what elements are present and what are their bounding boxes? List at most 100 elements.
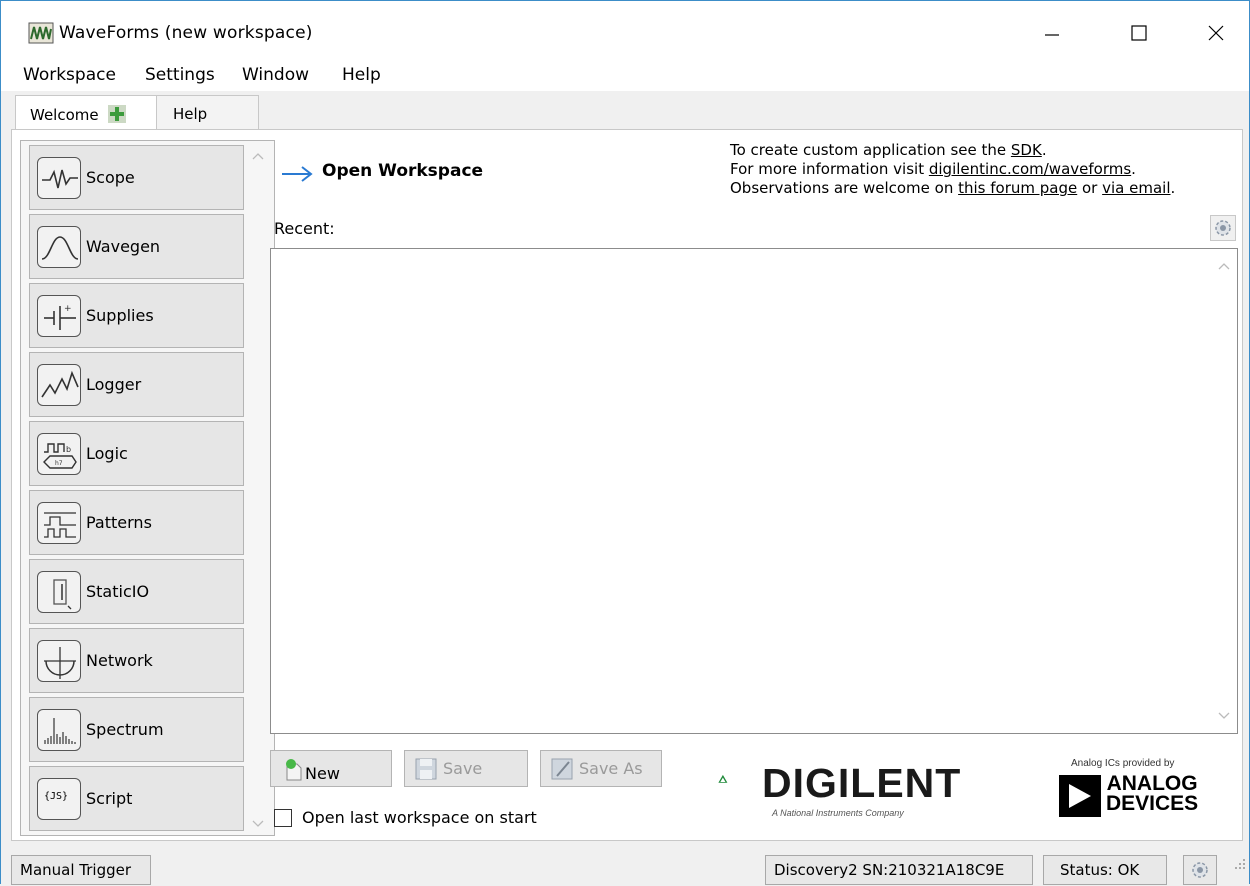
instrument-label: Logic <box>86 444 128 463</box>
instrument-button-network[interactable]: Network <box>29 628 244 693</box>
open-last-workspace-option[interactable]: Open last workspace on start <box>274 808 537 827</box>
new-button[interactable]: New <box>270 750 392 787</box>
info-text: To create custom application see the SDK… <box>730 141 1175 198</box>
adi-caption: Analog ICs provided by <box>1071 758 1175 769</box>
menu-workspace[interactable]: Workspace <box>23 65 116 85</box>
open-last-label: Open last workspace on start <box>302 808 537 827</box>
window-title: WaveForms (new workspace) <box>59 23 313 43</box>
instrument-button-wavegen[interactable]: Wavegen <box>29 214 244 279</box>
email-link[interactable]: via email <box>1102 179 1170 197</box>
save-disk-icon <box>415 758 437 779</box>
gear-icon <box>1192 862 1208 878</box>
script-icon-text: {JS} <box>44 791 69 802</box>
instrument-list-scrollbar[interactable] <box>246 143 272 833</box>
adi-line1: ANALOG <box>1106 772 1198 795</box>
info-line2-text: For more information visit <box>730 160 929 178</box>
instrument-button-patterns[interactable]: Patterns <box>29 490 244 555</box>
instrument-button-spectrum[interactable]: Spectrum <box>29 697 244 762</box>
tab-bar: Welcome Help <box>1 93 1249 131</box>
save-button[interactable]: Save <box>404 750 528 787</box>
logic-icon: b h7 <box>37 433 81 475</box>
analog-devices-wordmark: ANALOG DEVICES <box>1106 772 1199 815</box>
network-icon <box>37 640 81 682</box>
instrument-label: Network <box>86 651 153 670</box>
svg-text:+: + <box>64 304 72 314</box>
instrument-button-scope[interactable]: Scope <box>29 145 244 210</box>
scope-icon <box>37 157 81 199</box>
logger-icon <box>37 364 81 406</box>
maximize-button[interactable] <box>1111 13 1167 53</box>
info-line3-mid: or <box>1077 179 1103 197</box>
status-label: Status: OK <box>1060 861 1140 879</box>
digilent-wordmark: DIGILENT <box>762 760 962 806</box>
chevron-up-icon[interactable] <box>251 151 265 161</box>
title-bar: WaveForms (new workspace) <box>1 1 1249 61</box>
save-as-icon <box>551 758 573 779</box>
recent-workspaces-list[interactable] <box>270 248 1238 734</box>
tab-help-label: Help <box>173 105 208 123</box>
chevron-down-icon[interactable] <box>1217 711 1231 721</box>
minimize-button[interactable] <box>1023 13 1079 53</box>
waveforms-logo-icon <box>28 22 54 44</box>
chevron-down-icon[interactable] <box>251 819 265 829</box>
menu-help[interactable]: Help <box>342 65 381 85</box>
patterns-icon <box>37 502 81 544</box>
save-as-button[interactable]: Save As <box>540 750 662 787</box>
instrument-list: Scope Wavegen + Supplies Logger b h7 Log… <box>20 140 275 836</box>
new-button-label: New <box>305 764 340 783</box>
device-options-button[interactable] <box>1183 855 1217 885</box>
instrument-label: StaticIO <box>86 582 150 601</box>
script-icon: {JS} <box>37 778 81 820</box>
instrument-label: Scope <box>86 168 135 187</box>
menu-window[interactable]: Window <box>242 65 309 85</box>
save-button-label: Save <box>443 759 483 778</box>
recent-options-button[interactable] <box>1210 215 1236 241</box>
instrument-button-script[interactable]: {JS} Script <box>29 766 244 831</box>
chevron-up-icon[interactable] <box>1217 261 1231 271</box>
supplies-icon: + <box>37 295 81 337</box>
status-indicator: Status: OK <box>1043 855 1167 885</box>
menu-bar: Workspace Settings Window Help <box>1 61 1249 91</box>
wavegen-icon <box>37 226 81 268</box>
info-line2-end: . <box>1131 160 1136 178</box>
info-line3-text: Observations are welcome on <box>730 179 959 197</box>
plus-icon[interactable] <box>108 105 127 123</box>
staticio-icon <box>37 571 81 613</box>
instrument-button-staticio[interactable]: StaticIO <box>29 559 244 624</box>
instrument-button-logger[interactable]: Logger <box>29 352 244 417</box>
instrument-label: Patterns <box>86 513 152 532</box>
resize-grip-icon[interactable] <box>1233 857 1247 871</box>
gear-icon <box>1215 220 1231 236</box>
open-workspace-label: Open Workspace <box>322 161 484 181</box>
new-document-icon <box>286 758 302 780</box>
tab-welcome-label: Welcome <box>30 106 99 124</box>
tab-help[interactable]: Help <box>156 95 259 129</box>
instrument-label: Logger <box>86 375 142 394</box>
device-selector[interactable]: Discovery2 SN:210321A18C9E <box>765 855 1033 885</box>
forum-link[interactable]: this forum page <box>958 179 1077 197</box>
instrument-button-supplies[interactable]: + Supplies <box>29 283 244 348</box>
adi-line2: DEVICES <box>1106 792 1199 815</box>
info-line1-text: To create custom application see the <box>730 141 1011 159</box>
welcome-panel: Scope Wavegen + Supplies Logger b h7 Log… <box>11 129 1243 841</box>
instrument-button-logic[interactable]: b h7 Logic <box>29 421 244 486</box>
spectrum-icon <box>37 709 81 751</box>
close-button[interactable] <box>1189 13 1245 53</box>
info-line3-end: . <box>1170 179 1176 197</box>
app-window: WaveForms (new workspace) Workspace Sett… <box>0 0 1250 885</box>
info-line1-end: . <box>1041 141 1047 159</box>
maximize-icon <box>1131 25 1147 41</box>
analog-devices-logo-icon <box>1059 775 1101 817</box>
close-icon <box>1208 25 1224 41</box>
tab-welcome[interactable]: Welcome <box>15 95 157 131</box>
instrument-label: Supplies <box>86 306 154 325</box>
device-label: Discovery2 SN:210321A18C9E <box>774 861 1005 879</box>
menu-settings[interactable]: Settings <box>145 65 215 85</box>
website-link[interactable]: digilentinc.com/waveforms <box>929 160 1131 178</box>
arrow-right-icon <box>282 166 313 182</box>
open-last-checkbox[interactable] <box>274 808 292 827</box>
status-bar: Manual Trigger Discovery2 SN:210321A18C9… <box>1 847 1249 885</box>
manual-trigger-button[interactable]: Manual Trigger <box>11 855 151 885</box>
save-as-button-label: Save As <box>579 759 643 778</box>
sdk-link[interactable]: SDK <box>1011 141 1042 159</box>
